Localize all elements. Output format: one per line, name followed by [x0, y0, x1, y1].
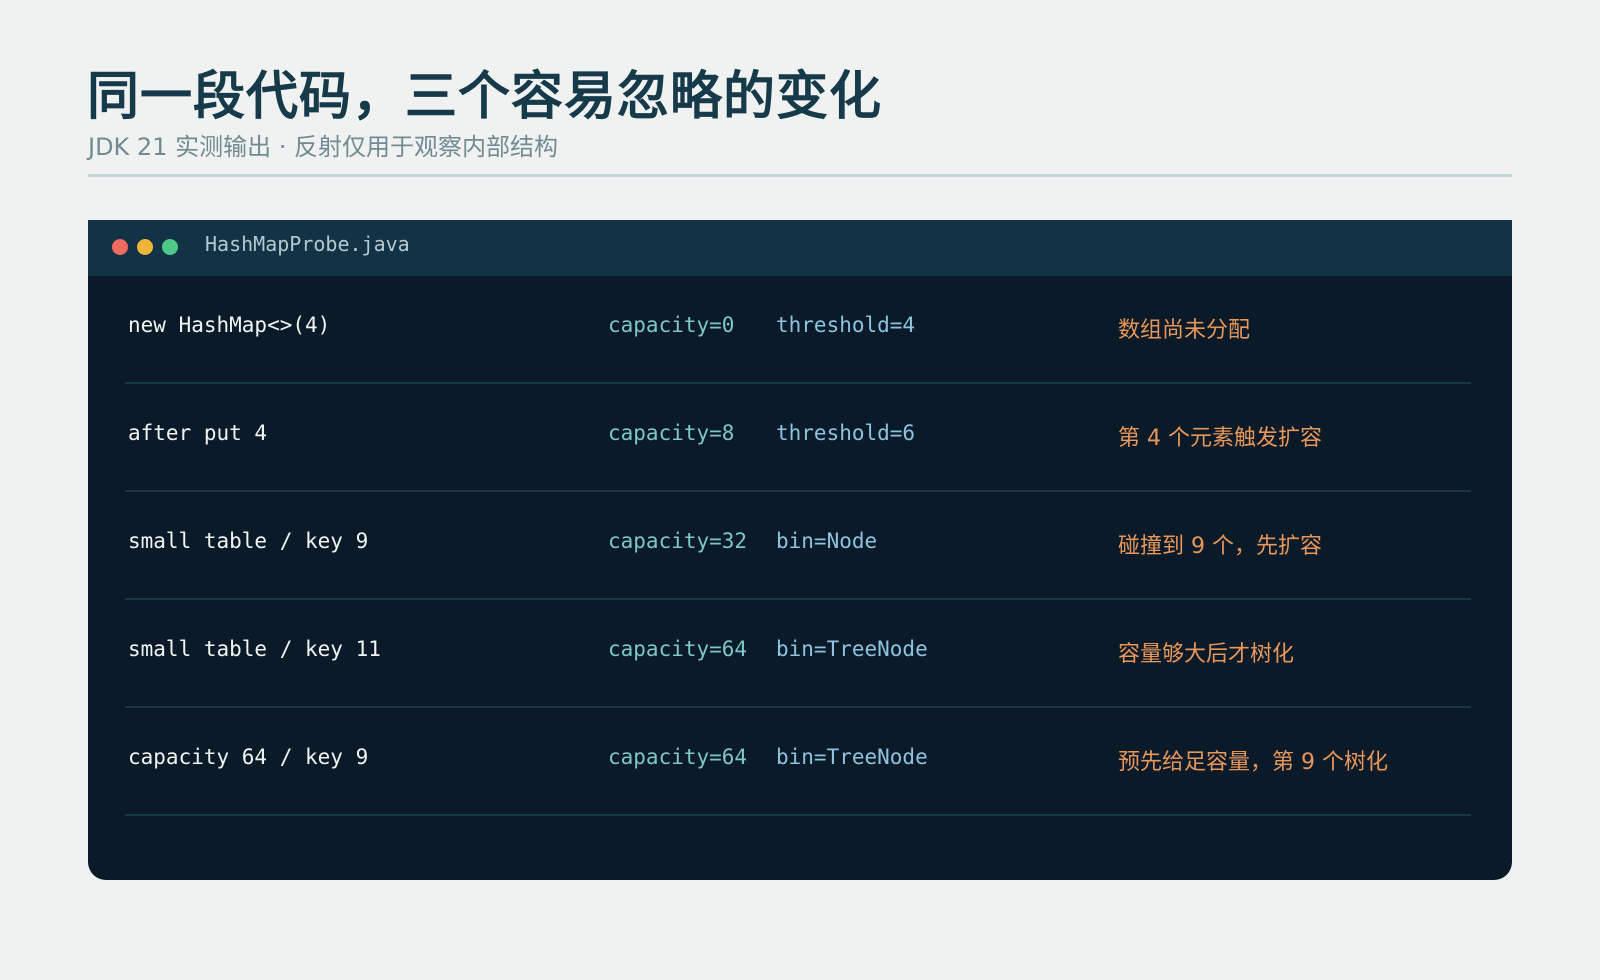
header-divider [88, 174, 1512, 177]
row-note: 容量够大后才树化 [1118, 642, 1295, 667]
row-code: small table / key 9 [128, 529, 369, 553]
row-detail: bin=Node [776, 529, 878, 553]
output-row: after put 4 capacity=8 threshold=6 第 4 个… [125, 384, 1471, 492]
row-note: 碰撞到 9 个，先扩容 [1118, 534, 1322, 559]
output-row: small table / key 11 capacity=64 bin=Tre… [125, 600, 1471, 708]
row-capacity: capacity=32 [608, 529, 748, 553]
row-detail: threshold=4 [776, 313, 916, 337]
row-code: capacity 64 / key 9 [128, 745, 369, 769]
maximize-window-dot-icon[interactable] [162, 239, 178, 255]
page-subtitle: JDK 21 实测输出 · 反射仅用于观察内部结构 [88, 133, 558, 161]
row-detail: bin=TreeNode [776, 745, 928, 769]
row-note: 数组尚未分配 [1118, 318, 1251, 343]
row-capacity: capacity=0 [608, 313, 735, 337]
window-titlebar: HashMapProbe.java [88, 220, 1512, 276]
page-title: 同一段代码，三个容易忽略的变化 [87, 67, 883, 127]
output-row: small table / key 9 capacity=32 bin=Node… [125, 492, 1471, 600]
window-filename: HashMapProbe.java [205, 232, 410, 256]
output-row: new HashMap<>(4) capacity=0 threshold=4 … [125, 276, 1471, 384]
row-detail: threshold=6 [776, 421, 916, 445]
row-code: after put 4 [128, 421, 268, 445]
output-row: capacity 64 / key 9 capacity=64 bin=Tree… [125, 708, 1471, 816]
row-capacity: capacity=64 [608, 637, 748, 661]
row-code: new HashMap<>(4) [128, 313, 331, 337]
output-rows: new HashMap<>(4) capacity=0 threshold=4 … [125, 276, 1471, 816]
row-code: small table / key 11 [128, 637, 381, 661]
code-window: HashMapProbe.java new HashMap<>(4) capac… [88, 220, 1512, 880]
row-capacity: capacity=64 [608, 745, 748, 769]
minimize-window-dot-icon[interactable] [137, 239, 153, 255]
row-note: 第 4 个元素触发扩容 [1118, 426, 1322, 451]
row-note: 预先给足容量，第 9 个树化 [1118, 750, 1388, 775]
row-capacity: capacity=8 [608, 421, 735, 445]
close-window-dot-icon[interactable] [112, 239, 128, 255]
row-detail: bin=TreeNode [776, 637, 928, 661]
